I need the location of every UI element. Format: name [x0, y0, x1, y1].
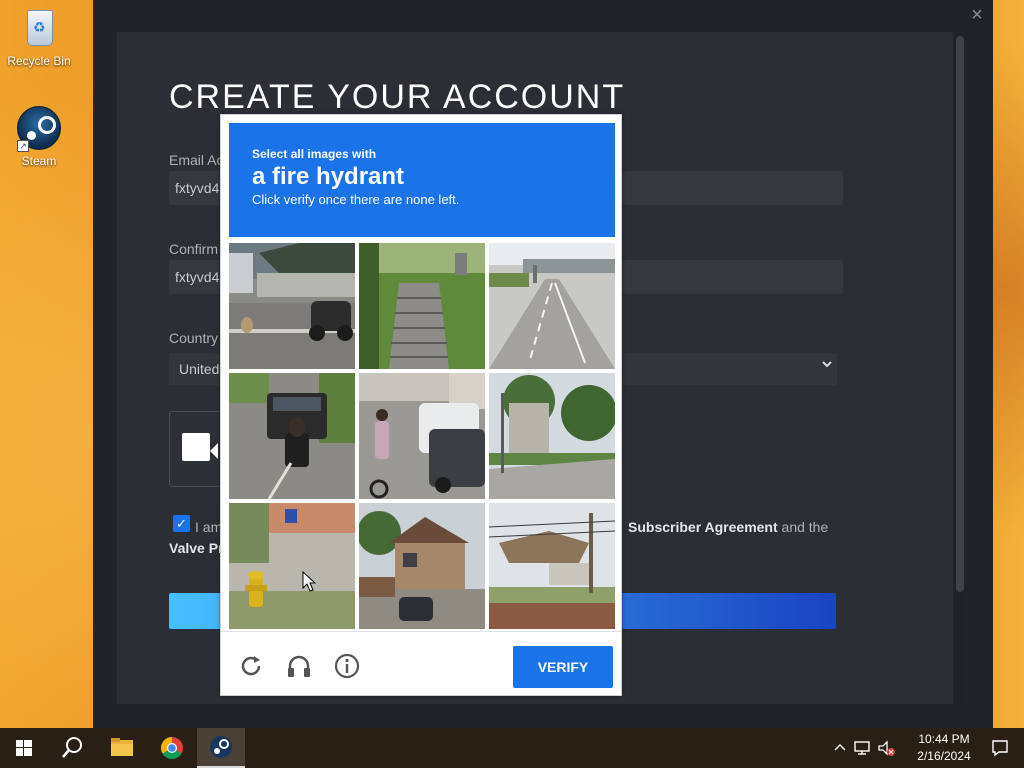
steam-taskbar-button[interactable]: [197, 728, 245, 768]
reload-icon[interactable]: [237, 652, 265, 680]
system-tray: 10:44 PM 2/16/2024: [824, 728, 1024, 768]
captcha-instruction-line3: Click verify once there are none left.: [252, 192, 460, 207]
steam-icon: ↗: [17, 106, 61, 152]
clock-date[interactable]: 2/16/2024: [914, 749, 974, 763]
agree-text-continued: Subscriber Agreement and the: [628, 519, 828, 535]
subscriber-agreement-link[interactable]: Subscriber Agreement: [628, 519, 778, 535]
chrome-icon: [161, 737, 183, 759]
captcha-tile[interactable]: [489, 373, 615, 499]
captcha-instruction-line1: Select all images with: [252, 147, 377, 161]
captcha-dialog: Select all images with a fire hydrant Cl…: [220, 114, 622, 696]
volume-muted-icon[interactable]: [876, 738, 896, 758]
captcha-tile[interactable]: [229, 373, 355, 499]
folder-icon: [111, 738, 133, 756]
recaptcha-checkbox[interactable]: [182, 433, 210, 461]
captcha-tile[interactable]: [489, 243, 615, 369]
close-window-button[interactable]: ×: [967, 4, 987, 26]
windows-logo-icon: [16, 740, 32, 756]
clock-time[interactable]: 10:44 PM: [914, 732, 974, 746]
scrollbar-thumb[interactable]: [956, 36, 964, 592]
shortcut-arrow-icon: ↗: [17, 140, 29, 152]
captcha-tile[interactable]: [229, 503, 355, 629]
confirm-email-label: Confirm: [169, 241, 219, 257]
file-explorer-button[interactable]: [98, 728, 146, 768]
recycle-bin-label: Recycle Bin: [7, 54, 71, 68]
captcha-tile[interactable]: [359, 243, 485, 369]
start-button[interactable]: [0, 728, 48, 768]
captcha-footer: VERIFY: [221, 631, 621, 697]
captcha-target-object: a fire hydrant: [252, 163, 405, 190]
captcha-tile[interactable]: [359, 373, 485, 499]
agree-text: I am: [195, 519, 223, 535]
agree-checkbox[interactable]: ✓: [173, 515, 190, 532]
chevron-down-icon: [821, 358, 833, 373]
info-icon[interactable]: [333, 652, 361, 680]
search-button[interactable]: [48, 728, 96, 768]
recycle-bin-icon: [17, 6, 61, 50]
chrome-button[interactable]: [148, 728, 196, 768]
country-label: Country: [169, 330, 219, 346]
taskbar: 10:44 PM 2/16/2024: [0, 728, 1024, 768]
search-icon: [62, 737, 82, 758]
steam-icon: [210, 736, 232, 758]
network-icon[interactable]: [852, 738, 872, 758]
email-label: Email Ac: [169, 152, 224, 168]
captcha-pointer-arrow: [210, 443, 218, 459]
recycle-bin-desktop-icon[interactable]: Recycle Bin: [2, 6, 76, 68]
captcha-tile[interactable]: [229, 243, 355, 369]
page-title: CREATE YOUR ACCOUNT: [169, 78, 626, 116]
captcha-tile[interactable]: [359, 503, 485, 629]
captcha-tile[interactable]: [489, 503, 615, 629]
verify-button[interactable]: VERIFY: [513, 646, 613, 688]
chevron-up-icon[interactable]: [830, 738, 850, 758]
captcha-instructions: Select all images with a fire hydrant Cl…: [229, 123, 615, 237]
agree-text-tail: and the: [781, 519, 829, 535]
steam-desktop-label: Steam: [21, 154, 57, 168]
headphones-icon[interactable]: [285, 652, 313, 680]
privacy-policy-link[interactable]: Valve Pr: [169, 540, 224, 556]
mouse-cursor-icon: [302, 570, 317, 598]
notifications-icon[interactable]: [990, 738, 1010, 758]
steam-desktop-icon[interactable]: ↗ Steam: [2, 106, 76, 168]
captcha-image-grid: [229, 243, 615, 629]
